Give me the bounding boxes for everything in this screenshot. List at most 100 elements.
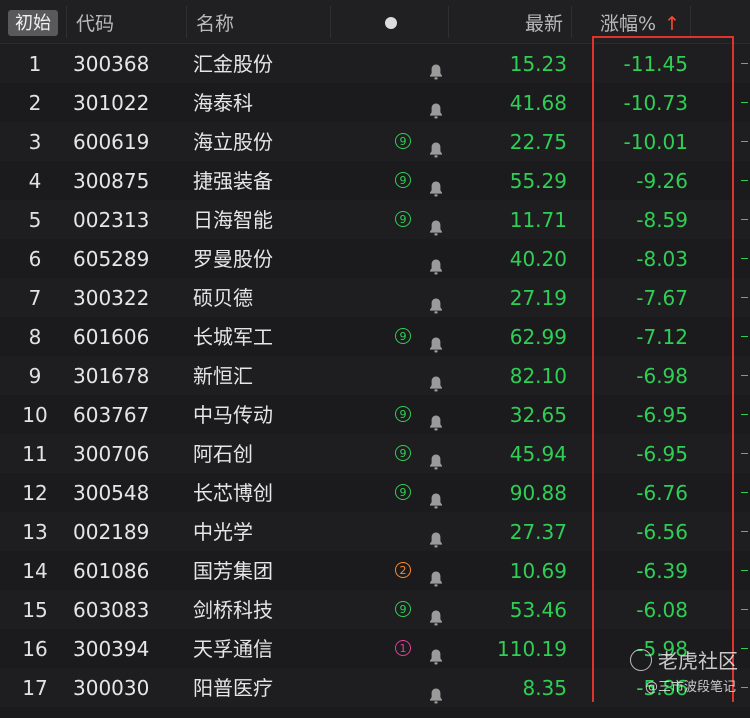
watermark-author: @三市波段笔记 bbox=[645, 680, 737, 695]
next-column-dash bbox=[741, 414, 748, 415]
next-column-dash bbox=[741, 375, 748, 376]
stock-name: 捷强装备 bbox=[193, 169, 273, 193]
stock-code: 301678 bbox=[73, 364, 150, 388]
latest-price: 62.99 bbox=[509, 325, 567, 349]
row-index: 14 bbox=[22, 559, 48, 583]
stock-name: 海泰科 bbox=[193, 91, 253, 115]
alert-bell-icon[interactable] bbox=[428, 678, 444, 704]
row-index: 1 bbox=[28, 52, 42, 76]
row-index: 7 bbox=[28, 286, 42, 310]
tiger-logo-icon bbox=[630, 649, 652, 671]
next-column-dash bbox=[741, 492, 748, 493]
stock-name: 长城军工 bbox=[193, 325, 273, 349]
stock-code: 300368 bbox=[73, 52, 150, 76]
margin-badge-icon[interactable]: 9 bbox=[395, 406, 411, 422]
alert-bell-icon[interactable] bbox=[428, 561, 444, 587]
reset-sort-button[interactable]: 初始 bbox=[8, 10, 58, 36]
stock-code: 605289 bbox=[73, 247, 150, 271]
alert-bell-icon[interactable] bbox=[428, 249, 444, 275]
next-column-dash bbox=[741, 219, 748, 220]
stock-name: 海立股份 bbox=[193, 130, 273, 154]
next-column-dash bbox=[741, 531, 748, 532]
margin-badge-icon[interactable]: 9 bbox=[395, 328, 411, 344]
stock-name: 新恒汇 bbox=[193, 364, 253, 388]
stock-code: 603767 bbox=[73, 403, 150, 427]
row-index: 12 bbox=[22, 481, 48, 505]
latest-price: 110.19 bbox=[497, 637, 567, 661]
row-index: 5 bbox=[28, 208, 42, 232]
stock-name: 罗曼股份 bbox=[193, 247, 273, 271]
next-column-dash bbox=[741, 336, 748, 337]
row-index: 11 bbox=[22, 442, 48, 466]
name-column-header[interactable]: 名称 bbox=[196, 0, 234, 43]
latest-price: 82.10 bbox=[509, 364, 567, 388]
latest-price: 22.75 bbox=[509, 130, 567, 154]
margin-badge-icon[interactable]: 9 bbox=[395, 211, 411, 227]
column-divider[interactable] bbox=[690, 6, 691, 38]
alert-bell-icon[interactable] bbox=[428, 405, 444, 431]
next-column-dash bbox=[741, 687, 748, 688]
latest-price: 40.20 bbox=[509, 247, 567, 271]
row-index: 15 bbox=[22, 598, 48, 622]
row-index: 3 bbox=[28, 130, 42, 154]
alert-bell-icon[interactable] bbox=[428, 171, 444, 197]
alert-bell-icon[interactable] bbox=[428, 444, 444, 470]
column-divider[interactable] bbox=[571, 6, 572, 38]
stock-code: 600619 bbox=[73, 130, 150, 154]
stock-code: 301022 bbox=[73, 91, 150, 115]
alert-bell-icon[interactable] bbox=[428, 327, 444, 353]
code-column-header[interactable]: 代码 bbox=[76, 0, 114, 43]
next-column-dash bbox=[741, 180, 748, 181]
latest-price: 11.71 bbox=[509, 208, 567, 232]
latest-price: 32.65 bbox=[509, 403, 567, 427]
stock-code: 603083 bbox=[73, 598, 150, 622]
next-column-dash bbox=[741, 141, 748, 142]
row-index: 16 bbox=[22, 637, 48, 661]
alert-bell-icon[interactable] bbox=[428, 93, 444, 119]
next-column-dash bbox=[741, 297, 748, 298]
alert-bell-icon[interactable] bbox=[428, 483, 444, 509]
sort-ascending-arrow-icon: ↑ bbox=[664, 13, 680, 35]
margin-badge-icon[interactable]: 2 bbox=[395, 562, 411, 578]
column-divider[interactable] bbox=[448, 6, 449, 38]
status-dot-icon[interactable] bbox=[385, 17, 397, 29]
stock-name: 长芯博创 bbox=[193, 481, 273, 505]
alert-bell-icon[interactable] bbox=[428, 366, 444, 392]
stock-code: 300706 bbox=[73, 442, 150, 466]
margin-badge-icon[interactable]: 9 bbox=[395, 133, 411, 149]
stock-code: 601606 bbox=[73, 325, 150, 349]
latest-price: 27.37 bbox=[509, 520, 567, 544]
margin-badge-icon[interactable]: 9 bbox=[395, 484, 411, 500]
margin-badge-icon[interactable]: 9 bbox=[395, 601, 411, 617]
stock-code: 300030 bbox=[73, 676, 150, 700]
next-column-dash bbox=[741, 453, 748, 454]
latest-price: 53.46 bbox=[509, 598, 567, 622]
alert-bell-icon[interactable] bbox=[428, 288, 444, 314]
margin-badge-icon[interactable]: 9 bbox=[395, 172, 411, 188]
column-divider[interactable] bbox=[330, 6, 331, 38]
stock-code: 002313 bbox=[73, 208, 150, 232]
stock-code: 300875 bbox=[73, 169, 150, 193]
row-index: 13 bbox=[22, 520, 48, 544]
alert-bell-icon[interactable] bbox=[428, 522, 444, 548]
stock-name: 日海智能 bbox=[193, 208, 273, 232]
stock-code: 601086 bbox=[73, 559, 150, 583]
column-divider[interactable] bbox=[66, 6, 67, 38]
alert-bell-icon[interactable] bbox=[428, 639, 444, 665]
alert-bell-icon[interactable] bbox=[428, 600, 444, 626]
stock-name: 阿石创 bbox=[193, 442, 253, 466]
next-column-dash bbox=[741, 648, 748, 649]
change-percent-label: 涨幅% bbox=[600, 13, 657, 35]
margin-badge-icon[interactable]: 1 bbox=[395, 640, 411, 656]
row-index: 2 bbox=[28, 91, 42, 115]
alert-bell-icon[interactable] bbox=[428, 132, 444, 158]
margin-badge-icon[interactable]: 9 bbox=[395, 445, 411, 461]
alert-bell-icon[interactable] bbox=[428, 54, 444, 80]
alert-bell-icon[interactable] bbox=[428, 210, 444, 236]
stock-code: 300548 bbox=[73, 481, 150, 505]
column-divider[interactable] bbox=[186, 6, 187, 38]
latest-price-column-header[interactable]: 最新 bbox=[525, 0, 563, 43]
watermark-brand: 老虎社区 bbox=[630, 645, 738, 674]
highlight-box bbox=[592, 36, 734, 702]
next-column-dash bbox=[741, 102, 748, 103]
